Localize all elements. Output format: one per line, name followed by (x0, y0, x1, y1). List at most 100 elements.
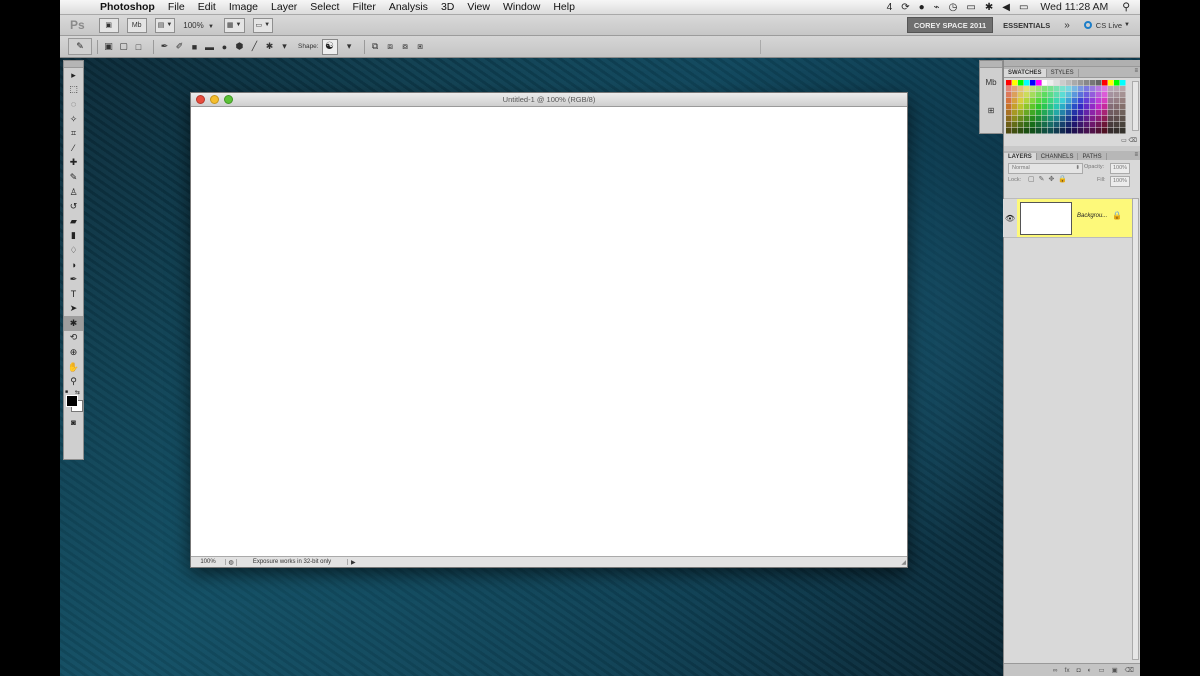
swatch-cell[interactable] (1096, 98, 1102, 104)
swatch-cell[interactable] (1084, 98, 1090, 104)
swatch-cell[interactable] (1018, 98, 1024, 104)
swatch-cell[interactable] (1018, 92, 1024, 98)
swatch-cell[interactable] (1024, 86, 1030, 92)
more-workspaces-button[interactable]: » (1064, 20, 1070, 31)
swatch-cell[interactable] (1120, 92, 1126, 98)
freeform-pen-icon[interactable]: ✐ (174, 41, 185, 52)
swatch-cell[interactable] (1102, 104, 1108, 110)
swatch-cell[interactable] (1024, 110, 1030, 116)
link-layers-icon[interactable]: ∞ (1053, 667, 1058, 674)
swatch-cell[interactable] (1060, 92, 1066, 98)
menu-file[interactable]: File (168, 1, 185, 13)
quick-selection-tool-icon[interactable]: ✧ (64, 112, 83, 127)
line-icon[interactable]: ╱ (249, 41, 260, 52)
swatch-cell[interactable] (1030, 122, 1036, 128)
close-window-button[interactable] (196, 95, 205, 104)
swatch-cell[interactable] (1114, 86, 1120, 92)
swatch-cell[interactable] (1006, 86, 1012, 92)
swatch-cell[interactable] (1066, 122, 1072, 128)
blend-mode-dropdown[interactable]: Normal ⬍ (1008, 163, 1083, 174)
custom-shape-tool-icon[interactable]: ✱ (64, 316, 83, 331)
swatch-cell[interactable] (1096, 122, 1102, 128)
swatch-cell[interactable] (1084, 104, 1090, 110)
move-tool-icon[interactable]: ▸ (64, 68, 83, 83)
swatch-cell[interactable] (1108, 110, 1114, 116)
document-canvas[interactable] (191, 107, 907, 557)
healing-brush-tool-icon[interactable]: ✚ (64, 156, 83, 171)
swatch-cell[interactable] (1048, 98, 1054, 104)
foreground-color-swatch[interactable] (66, 395, 78, 408)
swatch-cell[interactable] (1054, 80, 1060, 86)
geometry-options-icon[interactable]: ▾ (279, 41, 290, 52)
swatch-cell[interactable] (1090, 104, 1096, 110)
swatch-cell[interactable] (1072, 122, 1078, 128)
layer-visibility-eye-icon[interactable]: 👁 (1003, 199, 1017, 237)
menu-window[interactable]: Window (503, 1, 540, 13)
swatch-cell[interactable] (1030, 98, 1036, 104)
status-info-icon[interactable]: ◍ (226, 558, 237, 566)
gradient-tool-icon[interactable]: ▮ (64, 229, 83, 244)
swatch-cell[interactable] (1042, 80, 1048, 86)
swatch-cell[interactable] (1108, 86, 1114, 92)
menu-clock[interactable]: Wed 11:28 AM (1040, 1, 1108, 13)
swatch-cell[interactable] (1060, 116, 1066, 122)
combine-shapes-icon[interactable]: ⧉ (370, 41, 381, 52)
document-title-bar[interactable]: Untitled-1 @ 100% (RGB/8) (191, 93, 907, 107)
swatch-cell[interactable] (1042, 98, 1048, 104)
swatch-cell[interactable] (1066, 92, 1072, 98)
workspace-corey-space-button[interactable]: COREY SPACE 2011 (906, 17, 994, 33)
swatch-cell[interactable] (1090, 86, 1096, 92)
sync-icon[interactable]: ⟳ (901, 2, 909, 13)
swatch-cell[interactable] (1006, 98, 1012, 104)
swatch-cell[interactable] (1096, 110, 1102, 116)
swatch-cell[interactable] (1024, 122, 1030, 128)
swatch-cell[interactable] (1012, 80, 1018, 86)
swatch-cell[interactable] (1018, 116, 1024, 122)
document-zoom-field[interactable]: 100% (191, 559, 226, 565)
swatch-cell[interactable] (1030, 80, 1036, 86)
swatch-cell[interactable] (1060, 128, 1066, 134)
launch-bridge-button[interactable]: ▣ (98, 17, 119, 33)
swatch-cell[interactable] (1102, 86, 1108, 92)
swatch-cell[interactable] (1072, 110, 1078, 116)
swatch-cell[interactable] (1090, 128, 1096, 134)
swatch-cell[interactable] (1006, 80, 1012, 86)
tab-styles[interactable]: STYLES (1047, 69, 1079, 77)
swatch-cell[interactable] (1036, 128, 1042, 134)
swatch-cell[interactable] (1054, 86, 1060, 92)
intersect-shapes-icon[interactable]: ⧇ (400, 41, 411, 52)
blur-tool-icon[interactable]: ♢ (64, 243, 83, 258)
layer-row-background[interactable]: 👁 Backgrou... 🔒 (1003, 198, 1132, 238)
brush-tool-icon[interactable]: ✎ (64, 170, 83, 185)
add-mask-icon[interactable]: ◘ (1077, 667, 1081, 674)
swatch-cell[interactable] (1114, 110, 1120, 116)
swatch-cell[interactable] (1084, 116, 1090, 122)
resize-grip-icon[interactable]: ◢ (901, 559, 906, 566)
swatch-cell[interactable] (1120, 98, 1126, 104)
lock-options-icon[interactable]: ▢✎✥🔒 (1028, 175, 1071, 183)
swatch-cell[interactable] (1114, 128, 1120, 134)
swatch-cell[interactable] (1078, 116, 1084, 122)
pen-tool-icon[interactable]: ✒ (159, 41, 170, 52)
swatch-cell[interactable] (1102, 80, 1108, 86)
swatch-cell[interactable] (1036, 92, 1042, 98)
swatch-cell[interactable] (1024, 80, 1030, 86)
swatch-cell[interactable] (1096, 80, 1102, 86)
swatch-cell[interactable] (1066, 98, 1072, 104)
swatch-cell[interactable] (1030, 110, 1036, 116)
swatch-cell[interactable] (1012, 116, 1018, 122)
swatch-cell[interactable] (1102, 110, 1108, 116)
swatch-cell[interactable] (1114, 80, 1120, 86)
shape-layers-icon[interactable]: ▣ (103, 41, 114, 52)
swatch-cell[interactable] (1024, 98, 1030, 104)
swatch-cell[interactable] (1060, 104, 1066, 110)
swatch-cell[interactable] (1006, 116, 1012, 122)
menu-filter[interactable]: Filter (352, 1, 375, 13)
swatch-cell[interactable] (1096, 92, 1102, 98)
new-layer-icon[interactable]: ▣ (1112, 666, 1118, 674)
swatch-cell[interactable] (1036, 110, 1042, 116)
swatch-cell[interactable] (1066, 104, 1072, 110)
swatch-cell[interactable] (1102, 98, 1108, 104)
swatch-cell[interactable] (1090, 110, 1096, 116)
swatch-cell[interactable] (1006, 128, 1012, 134)
